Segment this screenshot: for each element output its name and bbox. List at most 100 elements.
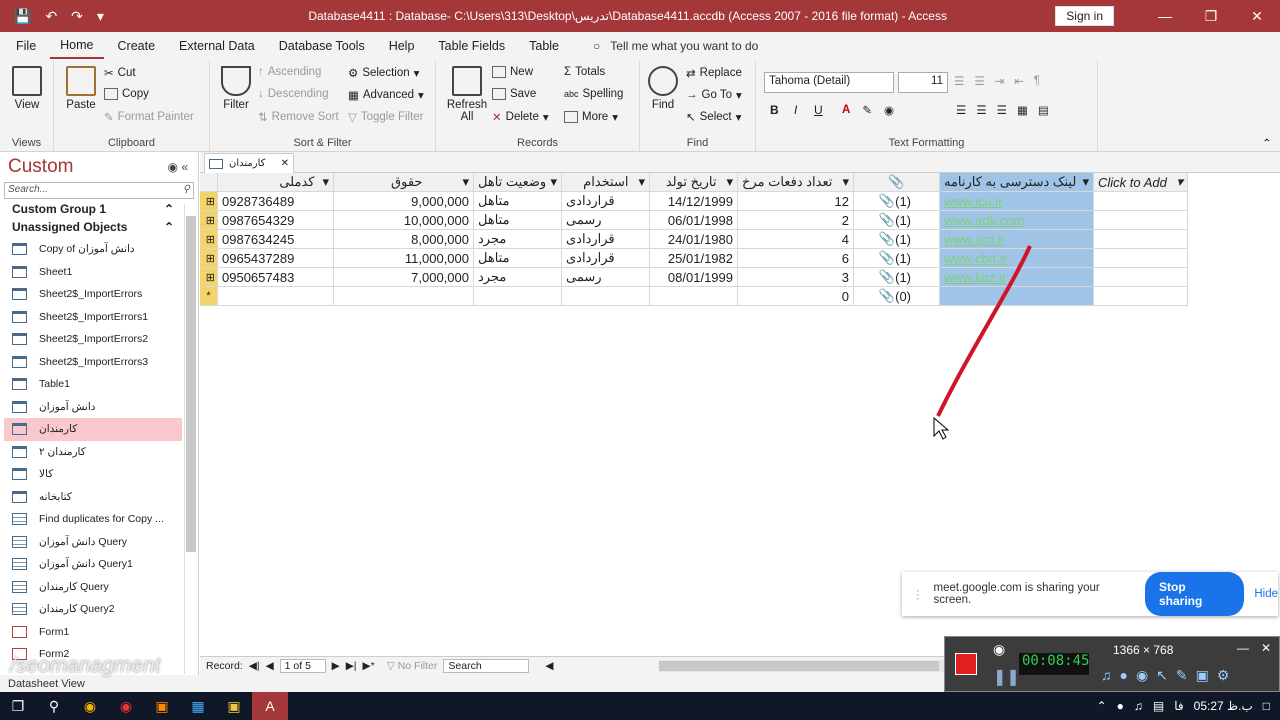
leave-count-cell[interactable]: 6: [738, 249, 854, 268]
close-icon[interactable]: ✕: [1234, 8, 1280, 25]
tab-home[interactable]: Home: [50, 34, 104, 59]
minimize-icon[interactable]: —: [1142, 8, 1188, 24]
birth-date-cell[interactable]: 14/12/1999: [650, 192, 738, 211]
view-button[interactable]: View: [10, 66, 44, 111]
bullets-icon[interactable]: ☰: [954, 74, 964, 88]
clock[interactable]: 05:27 ب.ظ: [1194, 699, 1253, 713]
align-left-icon[interactable]: ☰: [956, 103, 966, 117]
report-link-cell-text[interactable]: www.icu.ir: [944, 194, 1003, 209]
marital-status-cell[interactable]: متاهل: [474, 211, 562, 230]
nav-item[interactable]: دانش آموزان: [4, 396, 182, 419]
new-row-cell[interactable]: [218, 287, 334, 306]
gridlines-icon[interactable]: ▦: [1017, 103, 1028, 117]
employment-cell[interactable]: قراردادی: [562, 249, 650, 268]
save-record-button[interactable]: Save: [492, 88, 536, 100]
indent-icon[interactable]: ⇥: [995, 74, 1005, 88]
employment-cell[interactable]: رسمی: [562, 211, 650, 230]
record-stop-button[interactable]: [955, 653, 977, 675]
align-center-icon[interactable]: ☰: [976, 103, 986, 117]
leave-count-cell[interactable]: 3: [738, 268, 854, 287]
empty-cell[interactable]: [1094, 211, 1188, 230]
customize-qat-icon[interactable]: ▾: [97, 8, 104, 25]
row-selector[interactable]: ⊞: [200, 249, 218, 268]
network-icon[interactable]: ▤: [1153, 699, 1164, 713]
paste-button[interactable]: Paste: [64, 66, 98, 111]
tab-file[interactable]: File: [6, 35, 46, 57]
row-selector[interactable]: ⊞: [200, 211, 218, 230]
refresh-all-button[interactable]: Refresh All: [446, 66, 488, 123]
birth-date-cell[interactable]: 25/01/1982: [650, 249, 738, 268]
close-recorder-icon[interactable]: ✕: [1261, 641, 1271, 655]
windows-start-icon[interactable]: ❐: [0, 692, 36, 720]
salary-cell[interactable]: 11,000,000: [334, 249, 474, 268]
camera-icon[interactable]: ◉: [993, 641, 1005, 658]
attachment-cell[interactable]: 📎 (1): [854, 268, 940, 287]
remove-sort-button[interactable]: ⇅ Remove Sort: [258, 110, 339, 124]
empty-cell[interactable]: [1094, 249, 1188, 268]
restore-icon[interactable]: ❐: [1188, 8, 1234, 25]
birth-date-cell[interactable]: 24/01/1980: [650, 230, 738, 249]
tab-database-tools[interactable]: Database Tools: [269, 35, 375, 57]
nav-item[interactable]: Table1: [4, 373, 182, 396]
recorder-tools-icon[interactable]: ♫●◉↖✎▣⚙: [1101, 667, 1237, 684]
search-icon[interactable]: ⚲: [36, 692, 72, 720]
nav-item[interactable]: Find duplicates for Copy ...: [4, 508, 182, 531]
employment-cell[interactable]: قراردادی: [562, 192, 650, 211]
nav-item[interactable]: دانش آموزان Query: [4, 531, 182, 554]
bold-button[interactable]: B: [770, 103, 779, 117]
dropdown-arrow-icon[interactable]: ▾: [322, 174, 329, 190]
row-selector[interactable]: ⊞: [200, 230, 218, 249]
select-button[interactable]: ↖ Select ▾: [686, 110, 741, 124]
more-button[interactable]: More ▾: [564, 110, 618, 124]
nav-item[interactable]: کارمندان Query2: [4, 598, 182, 621]
tell-me-box[interactable]: ○ Tell me what you want to do: [593, 39, 758, 53]
hscroll-left-icon[interactable]: ◀: [545, 660, 553, 672]
prev-record-icon[interactable]: ◀: [266, 660, 274, 672]
pause-icon[interactable]: ❚❚: [993, 667, 1020, 687]
salary-cell[interactable]: 8,000,000: [334, 230, 474, 249]
column-header-click-to-add[interactable]: Click to Add ▾: [1094, 173, 1188, 192]
stop-sharing-button[interactable]: Stop sharing: [1144, 572, 1245, 616]
column-header-leave-count[interactable]: تعداد دفعات مرخ ▾: [738, 173, 854, 192]
new-row-cell[interactable]: [474, 287, 562, 306]
chrome-icon[interactable]: ◉: [72, 692, 108, 720]
outdent-icon[interactable]: ⇤: [1014, 74, 1024, 88]
microphone-icon[interactable]: ●: [1117, 699, 1124, 713]
spelling-button[interactable]: abc Spelling: [564, 88, 623, 100]
dropdown-arrow-icon[interactable]: ▾: [462, 174, 469, 190]
replace-button[interactable]: ⇄ Replace: [686, 66, 742, 80]
italic-button[interactable]: I: [794, 103, 797, 117]
empty-cell[interactable]: [1094, 287, 1188, 306]
national-id-cell[interactable]: 0987654329: [218, 211, 334, 230]
national-id-cell[interactable]: 0987634245: [218, 230, 334, 249]
national-id-cell[interactable]: 0928736489: [218, 192, 334, 211]
expand-plus-icon[interactable]: ⊞: [206, 271, 215, 284]
tab-external-data[interactable]: External Data: [169, 35, 265, 57]
delete-record-button[interactable]: ✕ Delete ▾: [492, 110, 549, 124]
align-right-icon[interactable]: ☰: [997, 103, 1007, 117]
selection-button[interactable]: ⚙ Selection ▾: [348, 66, 419, 80]
close-tab-icon[interactable]: ✕: [281, 158, 289, 169]
marital-status-cell[interactable]: مجرد: [474, 268, 562, 287]
row-selector[interactable]: ⊞: [200, 192, 218, 211]
nav-item[interactable]: کارمندان: [4, 418, 182, 441]
redo-icon[interactable]: ↷: [71, 8, 83, 25]
leave-count-cell[interactable]: 2: [738, 211, 854, 230]
column-header-national-id[interactable]: کدملی ▾: [218, 173, 334, 192]
new-row-cell[interactable]: [334, 287, 474, 306]
nav-item[interactable]: Sheet1: [4, 261, 182, 284]
tab-table[interactable]: Table: [519, 35, 569, 57]
attachment-cell[interactable]: 📎 (1): [854, 249, 940, 268]
nav-item[interactable]: Sheet2$_ImportErrors3: [4, 351, 182, 374]
nav-item[interactable]: Sheet2$_ImportErrors: [4, 283, 182, 306]
highlight-icon[interactable]: ✎: [862, 103, 872, 117]
tab-create[interactable]: Create: [108, 35, 166, 57]
notifications-icon[interactable]: □: [1263, 699, 1270, 713]
new-row-cell[interactable]: [562, 287, 650, 306]
salary-cell[interactable]: 9,000,000: [334, 192, 474, 211]
new-row-cell[interactable]: [650, 287, 738, 306]
nav-header[interactable]: Custom ◉ «: [0, 152, 198, 182]
totals-button[interactable]: Σ Totals: [564, 66, 605, 78]
filter-indicator[interactable]: ▽ No Filter: [387, 660, 438, 672]
row-selector[interactable]: ⊞: [200, 268, 218, 287]
